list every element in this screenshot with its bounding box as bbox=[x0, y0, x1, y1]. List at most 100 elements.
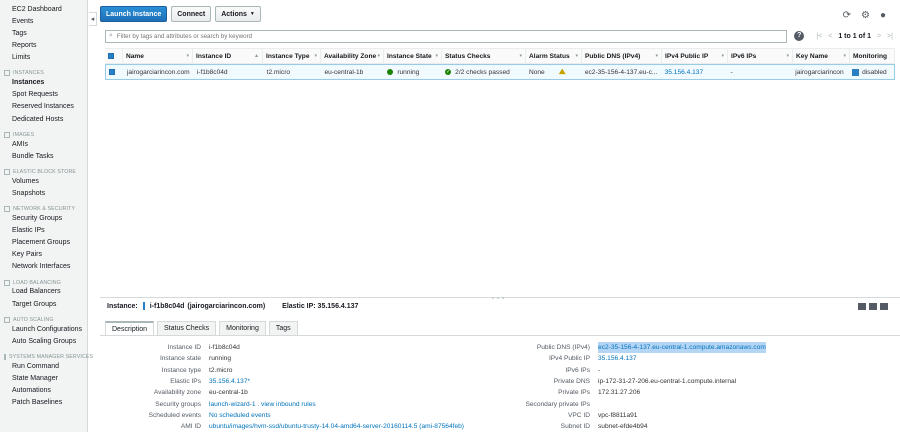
table-row[interactable]: jairogarciarincon.com i-f1b8c04d t2.micro e… bbox=[105, 64, 895, 80]
first-page-icon[interactable]: |< bbox=[816, 33, 822, 40]
sidebar-item-elastic-ips[interactable]: Elastic IPs bbox=[0, 225, 87, 237]
column-header-dns[interactable]: Public DNS (IPv4) ▾ bbox=[582, 49, 662, 63]
sidebar-item-security-groups[interactable]: Security Groups bbox=[0, 213, 87, 225]
sidebar-section-systems-manager-services[interactable]: SYSTEMS MANAGER SERVICES bbox=[0, 348, 93, 361]
sidebar-section-elastic-block-store[interactable]: ELASTIC BLOCK STORE bbox=[0, 163, 87, 176]
create-alarm-icon[interactable] bbox=[558, 68, 566, 75]
sidebar-item-placement-groups[interactable]: Placement Groups bbox=[0, 237, 87, 249]
column-header-ipv4[interactable]: IPv4 Public IP ▾ bbox=[662, 49, 728, 63]
gear-icon[interactable]: ⚙ bbox=[861, 10, 870, 21]
sidebar-item-auto-scaling-groups[interactable]: Auto Scaling Groups bbox=[0, 336, 87, 348]
column-header-type[interactable]: Instance Type ▾ bbox=[263, 49, 321, 63]
desc-value: running bbox=[209, 355, 231, 363]
select-all-checkbox[interactable] bbox=[105, 49, 123, 63]
sidebar-item-launch-configurations[interactable]: Launch Configurations bbox=[0, 324, 87, 336]
column-header-ipv6[interactable]: IPv6 IPs ▾ bbox=[728, 49, 793, 63]
desc-value[interactable]: No scheduled events bbox=[209, 410, 271, 421]
cell-alarm[interactable]: None bbox=[526, 65, 582, 79]
desc-value[interactable]: ec2-35-156-4-137.eu-central-1.compute.am… bbox=[598, 342, 766, 354]
desc-value[interactable]: ubuntu/images/hvm-ssd/ubuntu-trusty-14.0… bbox=[209, 421, 464, 432]
help-circle-icon[interactable]: ● bbox=[880, 10, 886, 21]
sidebar-item-spot-requests[interactable]: Spot Requests bbox=[0, 90, 87, 102]
column-header-key[interactable]: Key Name ▾ bbox=[793, 49, 850, 63]
column-header-mon[interactable]: Monitoring bbox=[850, 49, 895, 63]
sort-caret-icon: ▾ bbox=[435, 53, 438, 59]
sidebar-section-images[interactable]: IMAGES bbox=[0, 126, 87, 139]
actions-button[interactable]: Actions ▼ bbox=[215, 6, 261, 22]
sidebar-section-network-security[interactable]: NETWORK & SECURITY bbox=[0, 200, 87, 213]
sidebar-section-auto-scaling[interactable]: AUTO SCALING bbox=[0, 311, 87, 324]
column-header-name[interactable]: Name ▾ bbox=[123, 49, 193, 63]
column-header-label: Key Name bbox=[796, 52, 828, 60]
column-header-label: Instance ID bbox=[196, 52, 232, 60]
next-page-icon[interactable]: > bbox=[877, 33, 881, 40]
search-box[interactable]: ⌕ bbox=[105, 29, 788, 43]
sort-caret-icon: ▾ bbox=[519, 53, 522, 59]
sidebar-item-tags[interactable]: Tags bbox=[0, 28, 87, 40]
sidebar-item-amis[interactable]: AMIs bbox=[0, 139, 87, 151]
column-header-alarm[interactable]: Alarm Status ▾ bbox=[526, 49, 582, 63]
sidebar-item-instances[interactable]: Instances bbox=[0, 77, 87, 89]
layout-bottom-icon[interactable] bbox=[880, 303, 888, 310]
sidebar-item-limits[interactable]: Limits bbox=[0, 52, 87, 64]
desc-row-ami-id: AMI ID ubuntu/images/hvm-ssd/ubuntu-trust… bbox=[105, 421, 464, 432]
row-checkbox[interactable] bbox=[106, 65, 124, 79]
prev-page-icon[interactable]: < bbox=[828, 33, 832, 40]
column-header-az[interactable]: Availability Zone ▾ bbox=[321, 49, 384, 63]
desc-value[interactable]: launch-wizard-1 . view inbound rules bbox=[209, 399, 316, 410]
sort-caret-icon: ▾ bbox=[721, 53, 724, 59]
sidebar-section-instances[interactable]: INSTANCES bbox=[0, 64, 87, 77]
tab-status-checks[interactable]: Status Checks bbox=[157, 321, 217, 335]
launch-instance-button[interactable]: Launch Instance bbox=[100, 6, 168, 22]
sidebar-item-network-interfaces[interactable]: Network Interfaces bbox=[0, 262, 87, 274]
desc-value[interactable]: 35.156.4.137 bbox=[598, 353, 637, 364]
sidebar-item-ec2-dashboard[interactable]: EC2 Dashboard bbox=[0, 4, 87, 16]
sidebar-item-state-manager[interactable]: State Manager bbox=[0, 373, 87, 385]
sidebar-item-snapshots[interactable]: Snapshots bbox=[0, 188, 87, 200]
chevron-down-icon: ▼ bbox=[249, 11, 255, 17]
desc-value[interactable]: 35.156.4.137* bbox=[209, 376, 250, 387]
sidebar-section-load-balancing[interactable]: LOAD BALANCING bbox=[0, 274, 87, 287]
sort-caret-icon: ▾ bbox=[377, 53, 380, 59]
desc-row-private-ips: Private IPs 172.31.27.206 bbox=[500, 387, 766, 398]
sort-caret-icon: ▾ bbox=[314, 53, 317, 59]
splitter-grip-icon[interactable]: • • • bbox=[492, 296, 505, 302]
sidebar-item-bundle-tasks[interactable]: Bundle Tasks bbox=[0, 151, 87, 163]
sidebar-item-dedicated-hosts[interactable]: Dedicated Hosts bbox=[0, 114, 87, 126]
help-icon[interactable]: ? bbox=[794, 31, 805, 41]
desc-row-security-groups: Security groups launch-wizard-1 . view in… bbox=[105, 399, 464, 410]
tab-monitoring[interactable]: Monitoring bbox=[219, 321, 266, 335]
layout-full-icon[interactable] bbox=[858, 303, 866, 310]
check-passed-icon: ✓ bbox=[445, 69, 452, 75]
sidebar-item-patch-baselines[interactable]: Patch Baselines bbox=[0, 397, 87, 409]
sidebar-item-reserved-instances[interactable]: Reserved Instances bbox=[0, 102, 87, 114]
tab-description[interactable]: Description bbox=[105, 321, 155, 335]
desc-row-vpc-id: VPC ID vpc-f8811a91 bbox=[500, 410, 766, 421]
search-input[interactable] bbox=[116, 32, 787, 40]
last-page-icon[interactable]: >| bbox=[887, 33, 893, 40]
connect-button[interactable]: Connect bbox=[171, 6, 212, 22]
sidebar-item-target-groups[interactable]: Target Groups bbox=[0, 299, 87, 311]
sidebar-item-volumes[interactable]: Volumes bbox=[0, 176, 87, 188]
desc-label: Instance state bbox=[159, 355, 201, 363]
column-header-state[interactable]: Instance State ▾ bbox=[384, 49, 442, 63]
column-header-checks[interactable]: Status Checks ▾ bbox=[442, 49, 526, 63]
desc-label: Subnet ID bbox=[560, 423, 590, 431]
tab-tags[interactable]: Tags bbox=[268, 321, 298, 335]
cell-ipv4[interactable]: 35.156.4.137 bbox=[662, 65, 728, 79]
sidebar-item-load-balancers[interactable]: Load Balancers bbox=[0, 287, 87, 299]
column-header-id[interactable]: Instance ID ▲ bbox=[193, 49, 263, 63]
sort-caret-icon: ▾ bbox=[575, 53, 578, 59]
cell-value: 35.156.4.137 bbox=[664, 68, 704, 76]
sidebar-item-events[interactable]: Events bbox=[0, 16, 87, 28]
sidebar-item-run-command[interactable]: Run Command bbox=[0, 361, 87, 373]
sidebar-collapse-button[interactable]: ◂ bbox=[89, 12, 97, 26]
sidebar-item-reports[interactable]: Reports bbox=[0, 40, 87, 52]
desc-label: AMI ID bbox=[180, 423, 201, 431]
layout-split-icon[interactable] bbox=[869, 303, 877, 310]
column-header-label: Monitoring bbox=[853, 52, 888, 60]
refresh-icon[interactable]: ⟳ bbox=[843, 10, 851, 21]
sidebar-item-automations[interactable]: Automations bbox=[0, 385, 87, 397]
sidebar-item-key-pairs[interactable]: Key Pairs bbox=[0, 250, 87, 262]
cell-value: jairogarciarincon bbox=[795, 68, 844, 76]
